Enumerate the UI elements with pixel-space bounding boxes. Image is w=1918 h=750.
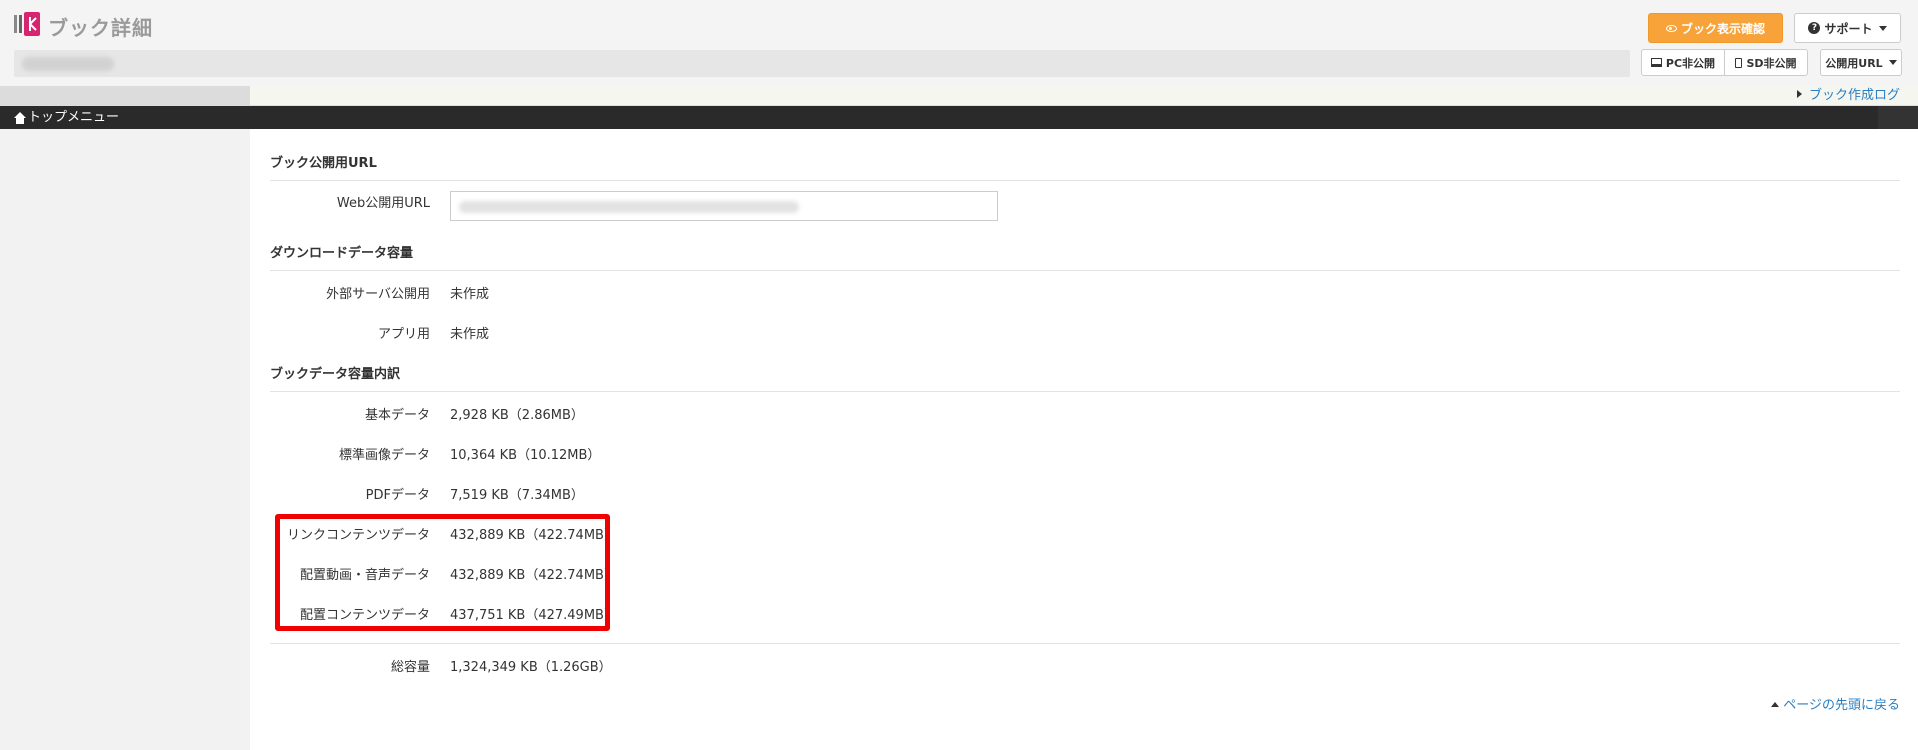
app-label: アプリ用 bbox=[377, 327, 430, 342]
standard-image-label: 標準画像データ bbox=[338, 448, 430, 463]
divider bbox=[270, 391, 1900, 392]
pdf-data-label: PDFデータ bbox=[365, 488, 430, 503]
external-server-value: 未作成 bbox=[450, 287, 490, 302]
web-url-input[interactable] bbox=[450, 191, 998, 221]
top-menu-link[interactable]: トップメニュー bbox=[14, 106, 119, 129]
divider bbox=[270, 180, 1900, 181]
caret-down-icon bbox=[1878, 25, 1887, 31]
standard-image-value: 10,364 KB（10.12MB） bbox=[450, 448, 601, 463]
sidebar-tab bbox=[0, 86, 250, 106]
total-size-label: 総容量 bbox=[390, 660, 430, 675]
web-url-redacted bbox=[459, 201, 799, 213]
support-label: サポート bbox=[1824, 21, 1873, 36]
tablet-icon bbox=[1735, 57, 1743, 68]
public-url-label: 公開用URL bbox=[1825, 56, 1883, 70]
caret-down-icon bbox=[1888, 60, 1897, 65]
support-dropdown-button[interactable]: ? サポート bbox=[1794, 13, 1901, 43]
total-size-value: 1,324,349 KB（1.26GB） bbox=[450, 660, 612, 675]
download-section-title: ダウンロードデータ容量 bbox=[270, 246, 414, 261]
page-title: ブック詳細 bbox=[48, 16, 153, 40]
book-creation-log-label: ブック作成ログ bbox=[1808, 88, 1900, 103]
divider bbox=[270, 270, 1900, 271]
book-preview-label: ブック表示確認 bbox=[1680, 21, 1765, 36]
pdf-data-value: 7,519 KB（7.34MB） bbox=[450, 488, 584, 503]
public-url-section-title: ブック公開用URL bbox=[270, 156, 377, 171]
divider bbox=[270, 643, 1900, 644]
pc-private-button[interactable]: PC非公開 bbox=[1641, 49, 1725, 76]
highlight-box bbox=[275, 514, 610, 631]
back-to-top-link[interactable]: ページの先頭に戻る bbox=[1771, 694, 1900, 713]
book-preview-button[interactable]: ブック表示確認 bbox=[1648, 13, 1783, 43]
book-creation-log-link[interactable]: ブック作成ログ bbox=[1796, 86, 1900, 106]
nav-bar-end bbox=[1878, 106, 1918, 129]
sd-private-button[interactable]: SD非公開 bbox=[1724, 49, 1808, 76]
web-url-label: Web公開用URL bbox=[336, 196, 430, 211]
app-value: 未作成 bbox=[450, 327, 490, 342]
triangle-right-icon bbox=[1796, 90, 1802, 98]
eye-icon bbox=[1665, 24, 1677, 32]
home-icon bbox=[14, 111, 26, 124]
basic-data-label: 基本データ bbox=[364, 408, 430, 423]
basic-data-value: 2,928 KB（2.86MB） bbox=[450, 408, 584, 423]
sub-header-strip bbox=[250, 86, 1918, 106]
nav-bar bbox=[0, 106, 1918, 129]
top-menu-label: トップメニュー bbox=[28, 110, 120, 125]
sidebar bbox=[0, 129, 250, 750]
book-name-field bbox=[14, 50, 1630, 77]
back-to-top-label: ページの先頭に戻る bbox=[1783, 698, 1900, 713]
pc-private-label: PC非公開 bbox=[1665, 56, 1716, 70]
book-name-redacted bbox=[22, 57, 114, 71]
header-bar: ブック詳細 ブック表示確認 ? サポート PC非公開 SD非公開 公開用URL bbox=[0, 0, 1918, 86]
app-logo-icon bbox=[14, 12, 40, 36]
triangle-up-icon bbox=[1771, 702, 1780, 707]
breakdown-section-title: ブックデータ容量内訳 bbox=[270, 367, 401, 382]
help-icon: ? bbox=[1808, 22, 1821, 34]
monitor-icon bbox=[1650, 58, 1662, 67]
sd-private-label: SD非公開 bbox=[1746, 56, 1797, 70]
public-url-dropdown-button[interactable]: 公開用URL bbox=[1820, 49, 1902, 76]
external-server-label: 外部サーバ公開用 bbox=[326, 287, 430, 302]
